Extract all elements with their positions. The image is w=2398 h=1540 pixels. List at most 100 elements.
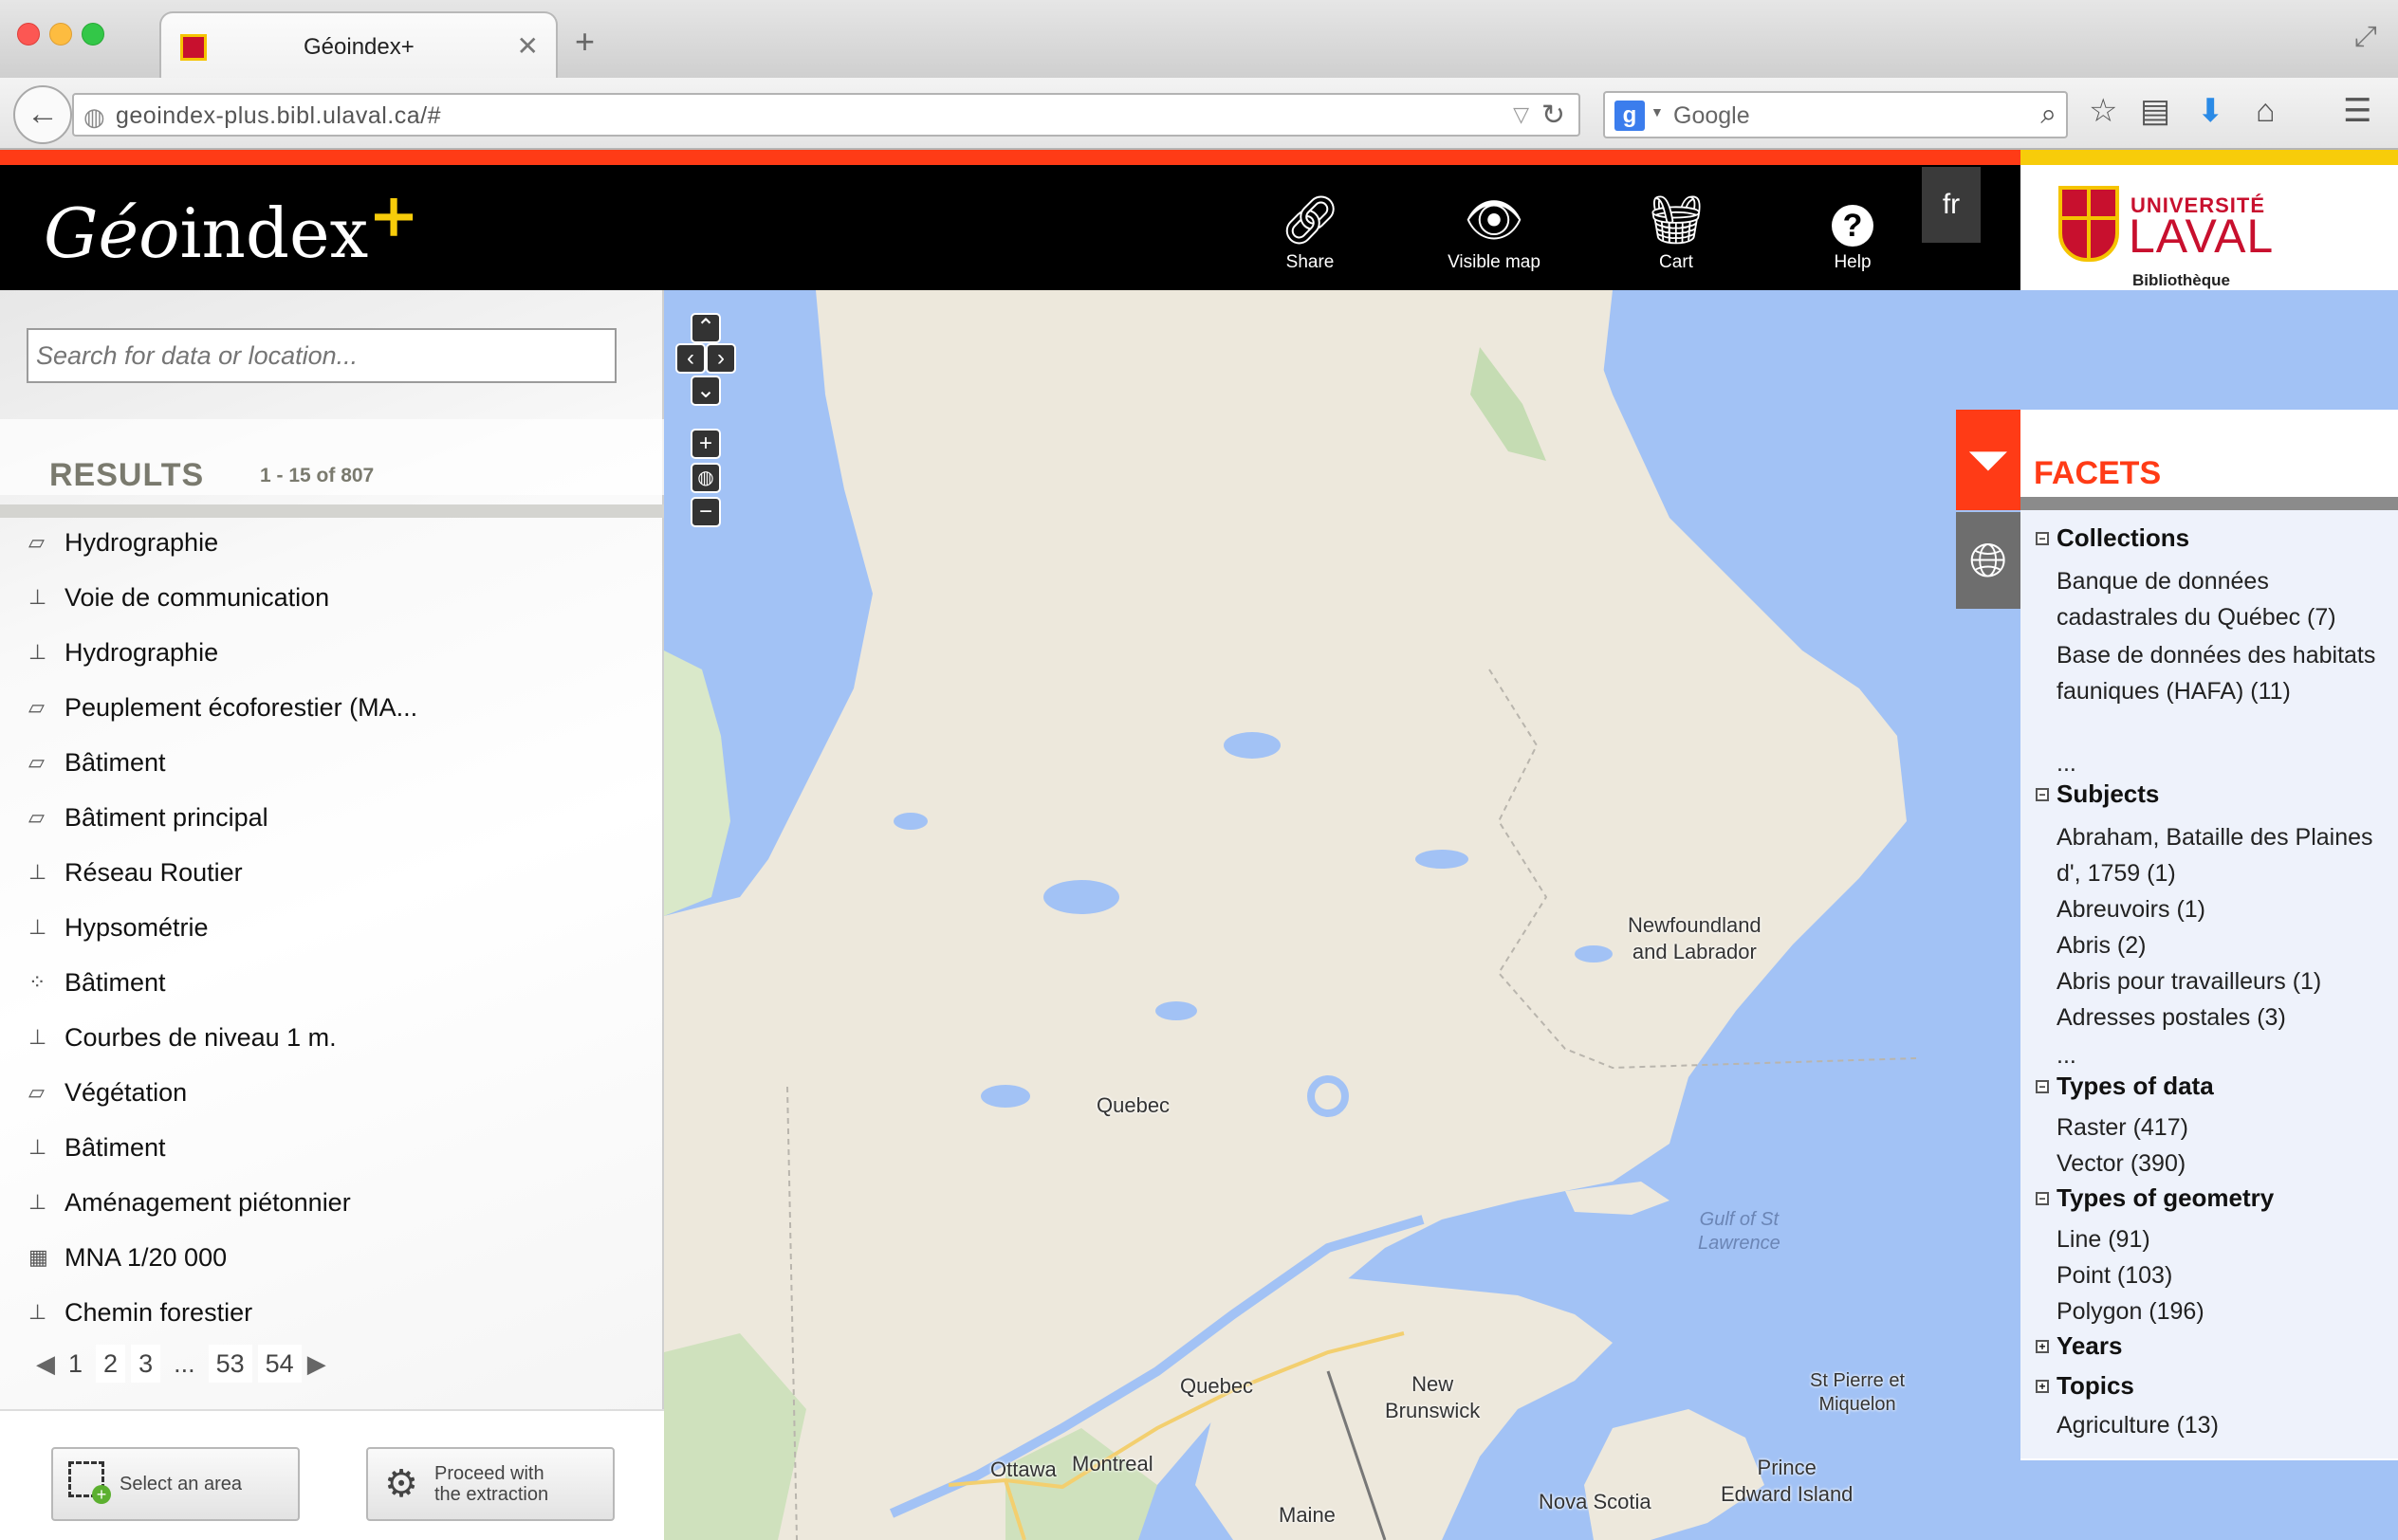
list-item[interactable]: ▱ Végétation [28, 1073, 187, 1111]
proceed-label-line2: the extraction [434, 1484, 549, 1505]
download-icon[interactable]: ⬇ [2197, 95, 2224, 127]
tab-close-icon[interactable]: ✕ [517, 30, 539, 62]
menu-icon[interactable]: ☰ [2343, 95, 2371, 127]
select-area-icon: + [53, 1461, 120, 1507]
page-link[interactable]: 2 [96, 1345, 126, 1383]
visible-map-label: Visible map [1448, 252, 1540, 272]
facet-value[interactable]: Agriculture (13) [2057, 1407, 2389, 1443]
list-item[interactable]: ⊥ Hypsométrie [28, 908, 209, 946]
history-dropdown-icon[interactable]: ▽ [1513, 102, 1529, 127]
facet-group-subjects[interactable]: − Subjects [2036, 779, 2159, 809]
polygon-geometry-icon: ▱ [28, 750, 45, 774]
language-toggle[interactable]: fr [1922, 167, 1981, 243]
browser-tab[interactable]: Géoindex+ ✕ [159, 11, 558, 80]
facet-value[interactable]: Abris pour travailleurs (1) [2057, 963, 2389, 999]
collapse-icon[interactable]: − [2036, 1191, 2049, 1205]
list-item-label: Aménagement piétonnier [65, 1187, 351, 1217]
proceed-extraction-button[interactable]: ⚙ Proceed with the extraction [366, 1447, 615, 1521]
prev-page-icon[interactable]: ◀ [36, 1349, 55, 1379]
list-item[interactable]: ▱ Bâtiment [28, 743, 166, 781]
facet-group-collections[interactable]: − Collections [2036, 523, 2189, 553]
facet-value[interactable]: Abreuvoirs (1) [2057, 891, 2389, 927]
point-geometry-icon: ⁘ [28, 970, 46, 994]
reading-list-icon[interactable]: ▤ [2140, 95, 2170, 127]
list-item[interactable]: ▦ MNA 1/20 000 [28, 1238, 227, 1276]
zoom-out-button[interactable]: − [691, 497, 721, 527]
facet-group-topics[interactable]: + Topics [2036, 1371, 2134, 1401]
pan-down-button[interactable]: ⌄ [691, 376, 721, 406]
google-icon[interactable]: g [1614, 101, 1645, 131]
list-item[interactable]: ⊥ Chemin forestier [28, 1293, 252, 1331]
share-button[interactable]: 🔗︎ Share [1239, 193, 1381, 273]
help-button[interactable]: ? Help [1781, 193, 1924, 273]
facet-value[interactable]: Line (91) [2057, 1221, 2389, 1257]
list-item[interactable]: ▱ Bâtiment principal [28, 798, 268, 836]
map-label-maine: Maine [1279, 1503, 1336, 1527]
zoom-in-button[interactable]: + [691, 429, 721, 459]
facet-more[interactable]: ... [2057, 745, 2389, 781]
facet-value[interactable]: Raster (417) [2057, 1109, 2389, 1146]
page-link[interactable]: 53 [208, 1345, 252, 1383]
list-item-label: Réseau Routier [65, 857, 243, 887]
list-item[interactable]: ▱ Peuplement écoforestier (MA... [28, 688, 417, 726]
search-icon[interactable]: ⌕ [2040, 99, 2057, 131]
chevron-down-icon[interactable]: ▼ [1651, 104, 1664, 119]
select-area-button[interactable]: + Select an area [51, 1447, 300, 1521]
window-close-button[interactable] [17, 23, 40, 46]
home-icon[interactable]: ⌂ [2256, 95, 2276, 127]
facet-more[interactable]: ... [2057, 1037, 2389, 1073]
visible-map-button[interactable]: 👁︎ Visible map [1423, 193, 1565, 273]
facet-value[interactable]: Abris (2) [2057, 927, 2389, 963]
url-bar[interactable]: ◍ geoindex-plus.bibl.ulaval.ca/# ▽ ↻ [72, 93, 1580, 137]
facet-group-years[interactable]: + Years [2036, 1331, 2122, 1361]
list-item[interactable]: ⁘ Bâtiment [28, 963, 166, 1001]
page-link[interactable]: 3 [131, 1345, 161, 1383]
next-page-icon[interactable]: ▶ [307, 1349, 326, 1379]
facet-group-types-of-data[interactable]: − Types of data [2036, 1072, 2214, 1101]
fullscreen-icon[interactable]: ⤢ [2354, 21, 2377, 53]
results-title: RESULTS [49, 457, 205, 493]
cart-button[interactable]: 🧺︎ Cart [1605, 193, 1747, 273]
window-maximize-button[interactable] [82, 23, 104, 46]
facet-value[interactable]: Base de données des habitats fauniques (… [2057, 637, 2389, 709]
universite-laval-logo[interactable]: UNIVERSITÉ LAVAL Bibliothèque [2020, 165, 2398, 290]
pagination: ◀ 1 2 3 ... 53 54 ▶ [36, 1343, 332, 1384]
expand-icon[interactable]: + [2036, 1339, 2049, 1353]
geoindex-logo[interactable]: Géoindex+ [44, 186, 419, 268]
search-input[interactable] [27, 328, 617, 383]
header-yellow-stripe [2020, 150, 2398, 165]
facet-value[interactable]: Point (103) [2057, 1257, 2389, 1293]
expand-icon[interactable]: + [2036, 1379, 2049, 1393]
list-item[interactable]: ⊥ Voie de communication [28, 578, 329, 616]
facets-tab-filter-icon[interactable]: ⏷ [1956, 410, 2020, 510]
pan-right-button[interactable]: › [706, 343, 736, 374]
list-item[interactable]: ⊥ Courbes de niveau 1 m. [28, 1018, 337, 1056]
list-item[interactable]: ⊥ Hydrographie [28, 633, 218, 671]
window-minimize-button[interactable] [49, 23, 72, 46]
reload-icon[interactable]: ↻ [1541, 99, 1565, 132]
world-extent-button[interactable]: ◍ [691, 463, 721, 493]
facet-value[interactable]: Banque de données cadastrales du Québec … [2057, 563, 2389, 635]
page-link[interactable]: 1 [61, 1345, 90, 1383]
list-item[interactable]: ⊥ Aménagement piétonnier [28, 1183, 351, 1221]
facet-group-types-of-geometry[interactable]: − Types of geometry [2036, 1183, 2274, 1213]
facet-value[interactable]: Polygon (196) [2057, 1293, 2389, 1329]
pan-up-button[interactable]: ⌃ [691, 313, 721, 343]
list-item[interactable]: ⊥ Bâtiment [28, 1128, 166, 1166]
facet-value[interactable]: Vector (390) [2057, 1146, 2389, 1182]
collapse-icon[interactable]: − [2036, 787, 2049, 801]
new-tab-button[interactable]: + [575, 25, 595, 59]
bookmark-star-icon[interactable]: ☆ [2089, 95, 2117, 127]
back-button[interactable]: ← [13, 85, 72, 144]
list-item[interactable]: ▱ Hydrographie [28, 523, 218, 561]
browser-search-bar[interactable]: g ▼ Google ⌕ [1603, 91, 2068, 138]
facet-value[interactable]: Abraham, Bataille des Plaines d', 1759 (… [2057, 819, 2389, 891]
facets-tab-globe-icon[interactable]: 🌐︎ [1956, 512, 2020, 609]
pan-left-button[interactable]: ‹ [675, 343, 706, 374]
map-label-st-pierre: St Pierre et Miquelon [1810, 1370, 1906, 1415]
facet-value[interactable]: Adresses postales (3) [2057, 999, 2389, 1036]
collapse-icon[interactable]: − [2036, 1079, 2049, 1093]
list-item[interactable]: ⊥ Réseau Routier [28, 853, 243, 891]
page-link[interactable]: 54 [257, 1345, 302, 1383]
collapse-icon[interactable]: − [2036, 531, 2049, 545]
